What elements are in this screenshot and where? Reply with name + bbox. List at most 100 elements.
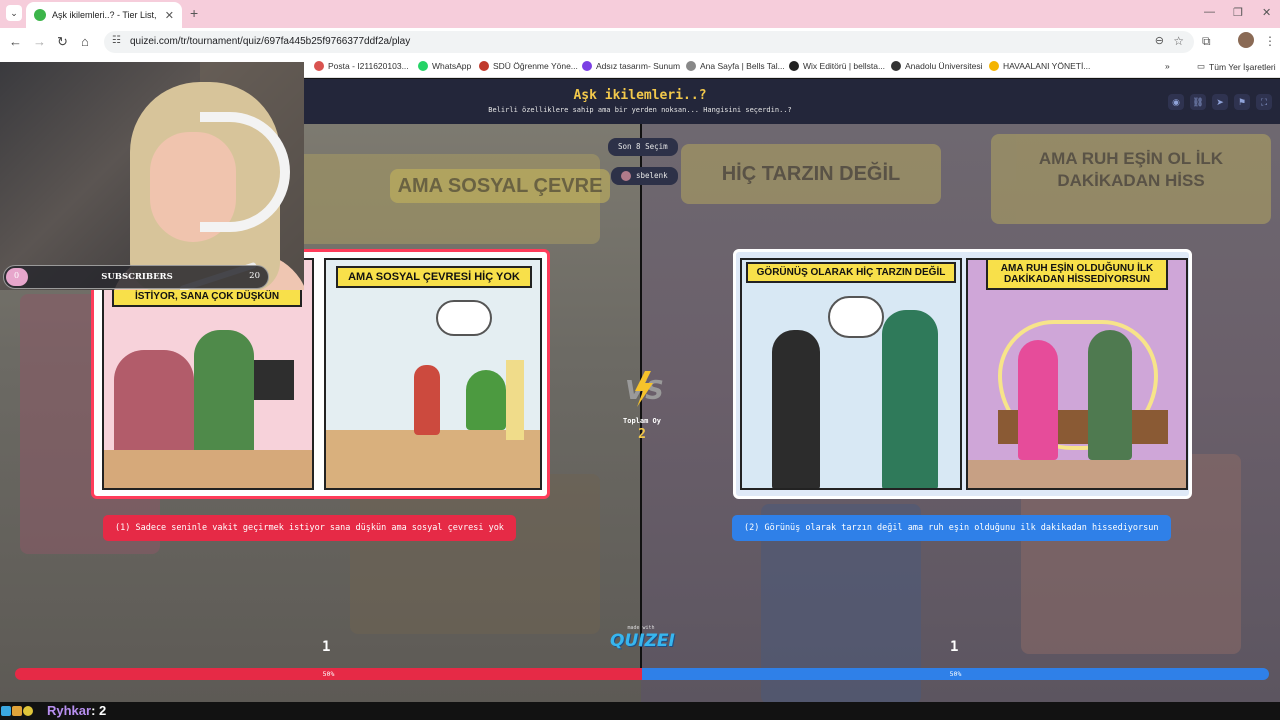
bookmark-icon <box>582 61 592 71</box>
subs-label: SUBSCRIBERS <box>101 272 173 282</box>
tab-search-icon[interactable]: ⌄ <box>6 5 22 21</box>
bookmark-label: WhatsApp <box>432 61 472 71</box>
bookmark-icon <box>314 61 324 71</box>
bookmark-label: Adsız tasarım- Sunum <box>596 61 681 71</box>
option-card-2[interactable]: GÖRÜNÜŞ OLARAK HİÇ TARZIN DEĞİL AMA RUH … <box>733 249 1192 499</box>
thought-bubble <box>436 300 492 336</box>
round-badge: Son 8 Seçim <box>608 138 678 156</box>
subs-goal: 20 <box>249 271 260 281</box>
site-info-icon[interactable]: ☷ <box>112 35 121 46</box>
bookmark-item[interactable]: Wix Editörü | bellsta... <box>789 61 885 71</box>
plant-image <box>466 370 506 430</box>
panel-2-banner: AMA SOSYAL ÇEVRESİ HİÇ YOK <box>336 266 532 289</box>
chat-ticker: Ryhkar: 2 <box>0 702 1280 720</box>
bookmark-item[interactable]: WhatsApp <box>418 61 471 71</box>
chat-message: Ryhkar: 2 <box>47 703 106 718</box>
folder-icon: ▭ <box>1197 61 1206 71</box>
all-bookmarks-label: Tüm Yer İşaretleri <box>1209 61 1276 72</box>
option-2-share: 50% <box>642 668 1269 680</box>
thought-bubble <box>828 296 884 338</box>
bookmark-item[interactable]: Anadolu Üniversitesi <box>891 61 982 71</box>
vs-icon: VS <box>625 371 663 407</box>
user-avatar <box>621 171 631 181</box>
quizei-logo: QUIZEI <box>610 631 675 651</box>
bookmark-icon <box>789 61 799 71</box>
menu-icon[interactable]: ⋮ <box>1264 34 1276 48</box>
zoom-icon[interactable]: ⊖ <box>1155 34 1164 47</box>
restore-icon[interactable]: ❐ <box>1233 6 1243 19</box>
couple-figure <box>194 330 254 470</box>
minimize-icon[interactable]: — <box>1204 6 1215 18</box>
man-figure <box>882 310 938 488</box>
man-figure <box>1088 330 1132 460</box>
browser-tab[interactable]: Aşk ikilemleri..? - Tier List, Kör S ✕ <box>26 2 182 28</box>
bookmark-label: Ana Sayfa | Bells Tal... <box>700 61 785 71</box>
option-2-caption[interactable]: (2) Görünüş olarak tarzın değil ama ruh … <box>732 515 1171 541</box>
option-2-votes: 1 <box>950 639 959 655</box>
tab-title: Aşk ikilemleri..? - Tier List, Kör S <box>52 10 159 20</box>
bookmark-item[interactable]: Posta - I211620103... <box>314 61 409 71</box>
lamp-image <box>506 360 524 440</box>
panel-3-banner: GÖRÜNÜŞ OLARAK HİÇ TARZIN DEĞİL <box>746 262 956 283</box>
extensions-icon[interactable]: ⧉ <box>1202 34 1211 49</box>
panel-4-banner: AMA RUH EŞİN OLDUĞUNU İLK DAKİKADAN HİSS… <box>986 258 1168 290</box>
close-window-icon[interactable]: ✕ <box>1262 6 1271 19</box>
flag-icon[interactable]: ⚑ <box>1234 94 1250 110</box>
browser-tab-strip: ⌄ Aşk ikilemleri..? - Tier List, Kör S ✕… <box>0 0 1280 28</box>
made-with-quizei[interactable]: made with QUIZEI <box>610 625 675 651</box>
total-votes-count: 2 <box>638 427 646 442</box>
bg-banner-text: AMA SOSYAL ÇEVRE <box>390 169 610 203</box>
boy-figure <box>414 365 440 435</box>
badge-icon <box>1 706 11 716</box>
bookmark-icon <box>479 61 489 71</box>
bookmark-label: Anadolu Üniversitesi <box>905 61 983 71</box>
comic-panel-4 <box>966 258 1188 490</box>
share-icon[interactable]: ➤ <box>1212 94 1228 110</box>
comic-panel-2 <box>324 258 542 490</box>
vote-share-bar: 50% 50% <box>15 668 1269 680</box>
woman-figure <box>772 330 820 488</box>
forward-icon[interactable]: → <box>33 34 46 49</box>
link-icon[interactable]: ⛓ <box>1190 94 1206 110</box>
bookmark-item[interactable]: SDÜ Öğrenme Yöne... <box>479 61 578 71</box>
bg-banner-text: HİÇ TARZIN DEĞİL <box>681 144 941 204</box>
bookmark-item[interactable]: Ana Sayfa | Bells Tal... <box>686 61 785 71</box>
username: sbelenk <box>636 171 668 180</box>
reload-icon[interactable]: ↻ <box>57 34 68 50</box>
woman-figure <box>1018 340 1058 460</box>
badge-icon <box>23 706 33 716</box>
fullscreen-icon[interactable]: ⛶ <box>1256 94 1272 110</box>
drive-icon <box>989 61 999 71</box>
option-1-votes: 1 <box>322 639 331 655</box>
bg-banner-text: AMA RUH EŞİN OL İLK DAKİKADAN HİSS <box>991 134 1271 224</box>
chat-value: : 2 <box>91 703 107 718</box>
all-bookmarks[interactable]: ▭ Tüm Yer İşaretleri <box>1197 61 1276 72</box>
close-tab-icon[interactable]: ✕ <box>165 9 174 22</box>
bookmark-item[interactable]: Adsız tasarım- Sunum <box>582 61 680 71</box>
comic-panel-3 <box>740 258 962 490</box>
couple-figure <box>114 350 194 460</box>
url-text: quizei.com/tr/tournament/quiz/697fa445b2… <box>130 36 411 47</box>
eye-icon[interactable]: ◉ <box>1168 94 1184 110</box>
bookmark-star-icon[interactable]: ☆ <box>1173 34 1184 48</box>
more-bookmarks-icon[interactable]: » <box>1165 61 1170 71</box>
badge-icon <box>12 706 22 716</box>
bookmark-icon <box>891 61 901 71</box>
bookmark-label: Wix Editörü | bellsta... <box>803 61 886 71</box>
subscriber-goal-bar: 0 SUBSCRIBERS 20 <box>3 265 269 289</box>
header-actions: ◉ ⛓ ➤ ⚑ ⛶ <box>1168 94 1272 110</box>
floor-image <box>104 450 312 488</box>
chat-username: Ryhkar <box>47 703 92 718</box>
tv-image <box>254 360 294 400</box>
home-icon[interactable]: ⌂ <box>81 34 89 49</box>
profile-avatar[interactable] <box>1238 32 1254 48</box>
browser-toolbar: ← → ↻ ⌂ ☷ quizei.com/tr/tournament/quiz/… <box>0 28 1280 56</box>
chat-badges <box>1 706 33 716</box>
whatsapp-icon <box>418 61 428 71</box>
back-icon[interactable]: ← <box>9 34 22 49</box>
address-bar[interactable]: ☷ quizei.com/tr/tournament/quiz/697fa445… <box>104 31 1194 53</box>
bookmark-label: Posta - I211620103... <box>328 61 409 71</box>
new-tab-icon[interactable]: + <box>190 5 198 21</box>
bookmark-item[interactable]: HAVAALANI YÖNETİ... <box>989 61 1090 71</box>
option-1-caption[interactable]: (1) Sadece seninle vakit geçirmek istiyo… <box>103 515 516 541</box>
